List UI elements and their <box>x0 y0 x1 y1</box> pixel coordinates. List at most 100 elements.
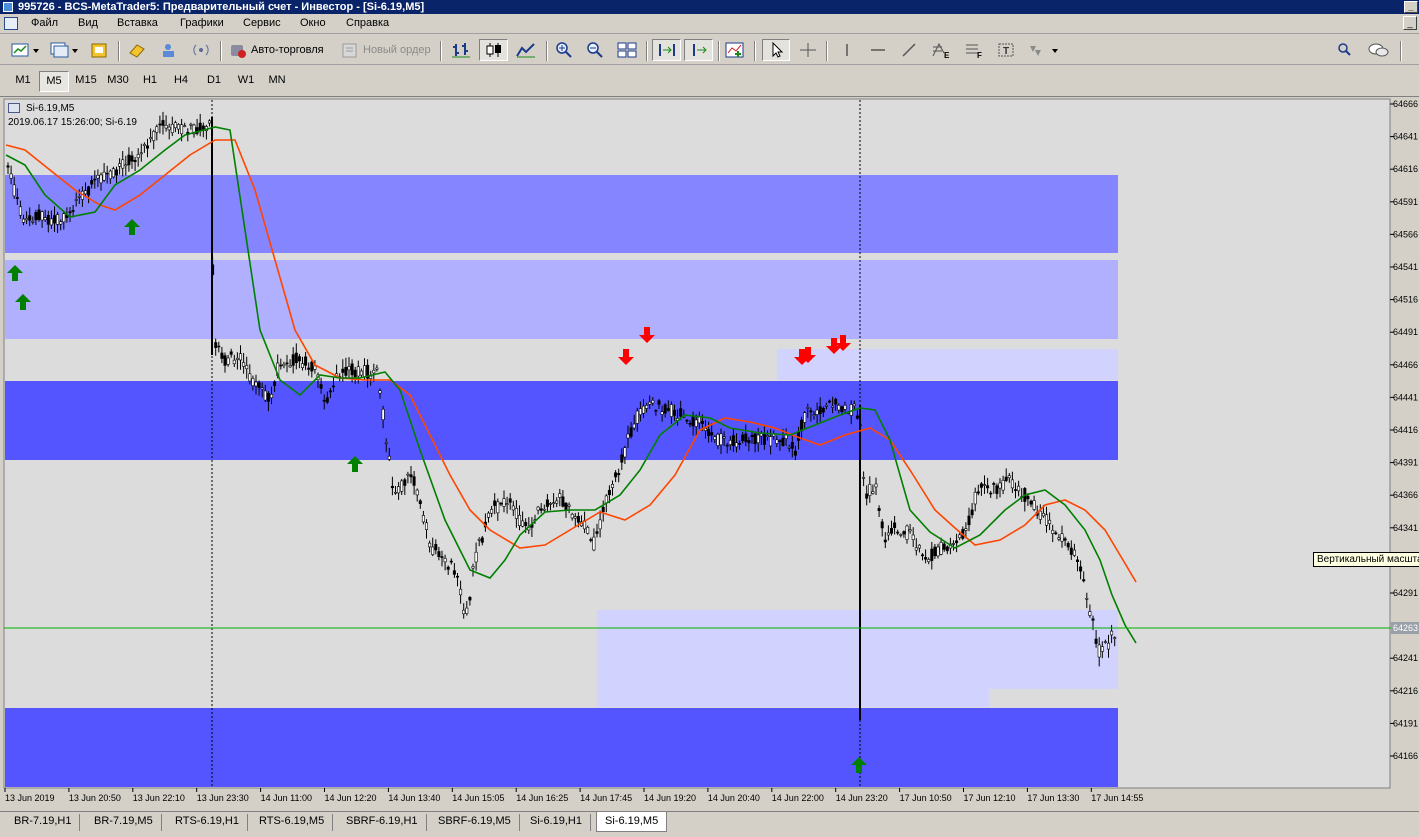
line-chart-button[interactable] <box>513 39 539 61</box>
menu-help[interactable]: Справка <box>346 17 389 29</box>
autotrading-button[interactable]: Авто-торговля <box>228 39 332 61</box>
bear-candle-body <box>130 155 134 162</box>
window-title-bar: 995726 - BCS-MetaTrader5: Предварительны… <box>0 0 1419 14</box>
zoom-out-button[interactable] <box>583 39 607 61</box>
main-toolbar: Авто-торговля Новый ордер E F T <box>0 35 1419 65</box>
timeframe-m30[interactable]: M30 <box>103 71 133 92</box>
bull-candle-body <box>152 131 156 141</box>
timeframe-h1[interactable]: H1 <box>135 71 165 92</box>
new-chart-button[interactable] <box>9 39 41 61</box>
tab-rts-6-19-m5[interactable]: RTS-6.19,M5 <box>251 814 334 831</box>
timeframe-h4[interactable]: H4 <box>166 71 196 92</box>
timeframe-m15[interactable]: M15 <box>71 71 101 92</box>
tab-si-6-19-h1[interactable]: Si-6.19,H1 <box>522 814 591 831</box>
bear-candle-body <box>601 506 605 512</box>
horizontal-line-button[interactable] <box>866 39 890 61</box>
bull-candle-body <box>536 506 540 511</box>
menu-insert[interactable]: Вставка <box>117 17 158 29</box>
tab-rts-6-19-h1[interactable]: RTS-6.19,H1 <box>167 814 248 831</box>
cursor-tool-button[interactable] <box>762 39 790 61</box>
templates-icon <box>91 43 107 58</box>
bull-candle-body <box>421 515 425 523</box>
market-watch-icon <box>129 44 145 58</box>
bull-candle-body <box>1072 549 1076 556</box>
bar-chart-button[interactable] <box>448 39 474 61</box>
bull-candle-body <box>378 390 382 394</box>
menu-file[interactable]: Файл <box>31 17 58 29</box>
bear-candle-body <box>437 551 441 557</box>
mdi-minimize-button[interactable]: _ <box>1403 16 1417 30</box>
new-chart-icon <box>11 43 39 57</box>
svg-text:F: F <box>977 51 982 59</box>
toolbar-separator <box>546 41 548 61</box>
bear-candle-body <box>607 489 611 496</box>
chart-shift-button[interactable] <box>652 39 681 61</box>
zoom-in-button[interactable] <box>552 39 576 61</box>
timeframe-m1[interactable]: M1 <box>8 71 38 92</box>
menu-view[interactable]: Вид <box>78 17 98 29</box>
navigator-button[interactable] <box>158 39 180 61</box>
tab-br-7-19-h1[interactable]: BR-7.19,H1 <box>6 814 81 831</box>
timeframe-m5[interactable]: M5 <box>39 71 69 92</box>
chart-window-icon[interactable] <box>4 17 18 30</box>
price-chart[interactable]: 64666 64641 64616 64591 64566 64541 64516 64491… <box>0 97 1419 811</box>
bull-candle-body <box>815 409 819 415</box>
menu-tools[interactable]: Сервис <box>243 17 281 29</box>
minimize-button[interactable]: _ <box>1404 1 1418 13</box>
timeframe-mn[interactable]: MN <box>262 71 292 92</box>
menu-window[interactable]: Окно <box>300 17 326 29</box>
bull-candle-body <box>1100 646 1104 652</box>
chart-window[interactable]: 64666 64641 64616 64591 64566 64541 64516 64491… <box>0 97 1419 811</box>
zoom-in-icon <box>556 42 572 58</box>
vertical-line-button[interactable] <box>835 39 859 61</box>
window-controls: _ <box>1403 0 1419 14</box>
bull-candle-body <box>415 489 419 496</box>
profiles-button[interactable] <box>47 39 81 61</box>
bear-candle-body <box>685 419 689 422</box>
search-button[interactable] <box>1333 39 1355 61</box>
bull-candle-body <box>911 534 915 540</box>
new-order-button[interactable]: Новый ордер <box>340 39 434 61</box>
horizontal-line-icon <box>871 49 885 51</box>
chat-button[interactable] <box>1366 39 1390 61</box>
bull-candle-body <box>936 546 940 557</box>
tab-sbrf-6-19-m5[interactable]: SBRF-6.19,M5 <box>430 814 520 831</box>
shapes-menu-button[interactable] <box>1025 39 1063 61</box>
bear-candle-body <box>1054 532 1058 535</box>
crosshair-button[interactable] <box>795 39 821 61</box>
bull-candle-body <box>756 434 760 443</box>
text-tool-button[interactable]: T <box>994 39 1018 61</box>
tab-br-7-19-m5[interactable]: BR-7.19,M5 <box>86 814 162 831</box>
signals-button[interactable] <box>190 39 212 61</box>
bear-candle-body <box>331 385 335 388</box>
timeframe-w1[interactable]: W1 <box>231 71 261 92</box>
bear-candle-body <box>589 539 593 541</box>
tab-sbrf-6-19-h1[interactable]: SBRF-6.19,H1 <box>338 814 427 831</box>
timeframes-toolbar: M1 M5 M15 M30 H1 H4 D1 W1 MN <box>0 66 1419 97</box>
new-order-icon <box>342 43 357 58</box>
price-tick-label: 64616 <box>1393 164 1418 174</box>
indicators-button[interactable] <box>723 39 747 61</box>
chart-header: Si-6.19,M5 2019.06.17 15:26:00; Si-6.19 <box>8 103 137 129</box>
timeframe-d1[interactable]: D1 <box>199 71 229 92</box>
candlestick-chart-button[interactable] <box>479 39 508 61</box>
trend-line-button[interactable] <box>897 39 921 61</box>
tile-windows-button[interactable] <box>614 39 640 61</box>
auto-scroll-button[interactable] <box>684 39 713 61</box>
bull-candle-body <box>734 442 738 448</box>
bull-candle-body <box>542 508 546 511</box>
bull-candle-body <box>1032 500 1036 510</box>
market-watch-button[interactable] <box>126 39 148 61</box>
price-tick-label: 64291 <box>1393 588 1418 598</box>
fibonacci-button[interactable]: F <box>961 39 987 61</box>
fibonacci-expansion-button[interactable]: E <box>928 39 954 61</box>
time-tick-label: 14 Jun 22:00 <box>772 793 824 803</box>
bull-candle-body <box>459 588 463 596</box>
bull-candle-body <box>362 365 366 378</box>
tab-si-6-19-m5[interactable]: Si-6.19,M5 <box>596 812 668 832</box>
bull-candle-body <box>183 125 187 127</box>
bear-candle-body <box>291 354 295 366</box>
menu-charts[interactable]: Графики <box>180 17 224 29</box>
templates-button[interactable] <box>88 39 110 61</box>
bear-candle-body <box>679 408 683 417</box>
